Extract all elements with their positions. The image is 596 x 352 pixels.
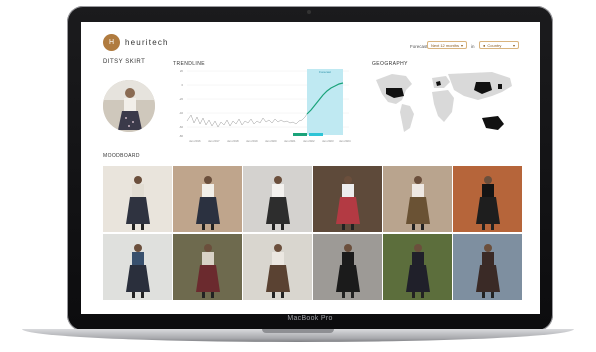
chevron-down-icon: ▾ [460, 42, 463, 48]
moodboard-photo[interactable] [313, 234, 382, 300]
forecast-select[interactable]: Next 12 months ▾ [427, 41, 467, 49]
trend-line [186, 113, 308, 128]
x-tick: Jan 2023 [322, 139, 334, 143]
x-tick: Jan 2019 [246, 139, 258, 143]
camera [307, 10, 311, 14]
moodboard-photo[interactable] [383, 166, 452, 232]
x-tick: Jan 2020 [265, 139, 277, 143]
moodboard-photo[interactable] [453, 166, 522, 232]
brand-logo[interactable]: H [103, 34, 120, 51]
moodboard-photo[interactable] [103, 234, 172, 300]
moodboard-photo[interactable] [383, 234, 452, 300]
x-tick: Jan 2022 [303, 139, 315, 143]
legend-swatch-2 [309, 133, 323, 136]
map-japan [498, 84, 502, 89]
legend-swatch-1 [293, 133, 307, 136]
forecast-select-value: Next 12 months [431, 42, 460, 48]
moodboard-heading: MOODBOARD [103, 153, 140, 159]
region-select-value: Country [487, 42, 502, 48]
in-label: in [471, 44, 475, 49]
device-model-label: MacBook Pro [287, 315, 333, 322]
x-tick: Jan 2018 [227, 139, 239, 143]
laptop-notch [262, 329, 334, 333]
x-tick: Jan 2024 [339, 139, 351, 143]
product-title: DITSY SKIRT [103, 59, 146, 65]
map-europe [432, 76, 450, 88]
forecast-label: Forecast [410, 44, 428, 49]
forecast-band [307, 69, 343, 135]
forecast-tag: Forecast [319, 70, 331, 74]
moodboard-photo[interactable] [243, 166, 312, 232]
map-australia [482, 116, 504, 130]
x-tick: Jan 2021 [284, 139, 296, 143]
y-tick: 0 [181, 83, 183, 87]
location-icon: ● [483, 42, 486, 48]
region-select[interactable]: ● Country ▾ [479, 41, 519, 49]
y-tick: -20 [179, 97, 183, 101]
app-screen: H heuritech Forecast Next 12 months ▾ in… [81, 22, 540, 314]
world-map [376, 72, 512, 132]
product-photo [103, 80, 155, 132]
x-tick: Jan 2016 [189, 139, 201, 143]
brand-name: heuritech [125, 38, 169, 47]
moodboard-photo[interactable] [173, 166, 242, 232]
x-tick: Jan 2017 [208, 139, 220, 143]
moodboard-photo[interactable] [173, 234, 242, 300]
moodboard-photo[interactable] [313, 166, 382, 232]
y-tick: 20 [180, 69, 184, 73]
y-tick: -60 [179, 125, 183, 129]
moodboard-photo[interactable] [103, 166, 172, 232]
y-tick: -40 [179, 111, 183, 115]
y-tick: -80 [179, 134, 183, 138]
map-africa [432, 90, 454, 122]
trend-chart: Forecast 20 0 -20 -40 -60 -80 Jan 2016 J… [179, 69, 351, 143]
moodboard-photo[interactable] [243, 234, 312, 300]
map-south-america [400, 104, 414, 132]
moodboard-photo[interactable] [453, 234, 522, 300]
chevron-down-icon: ▾ [512, 42, 515, 48]
logo-mark: H [108, 39, 115, 46]
